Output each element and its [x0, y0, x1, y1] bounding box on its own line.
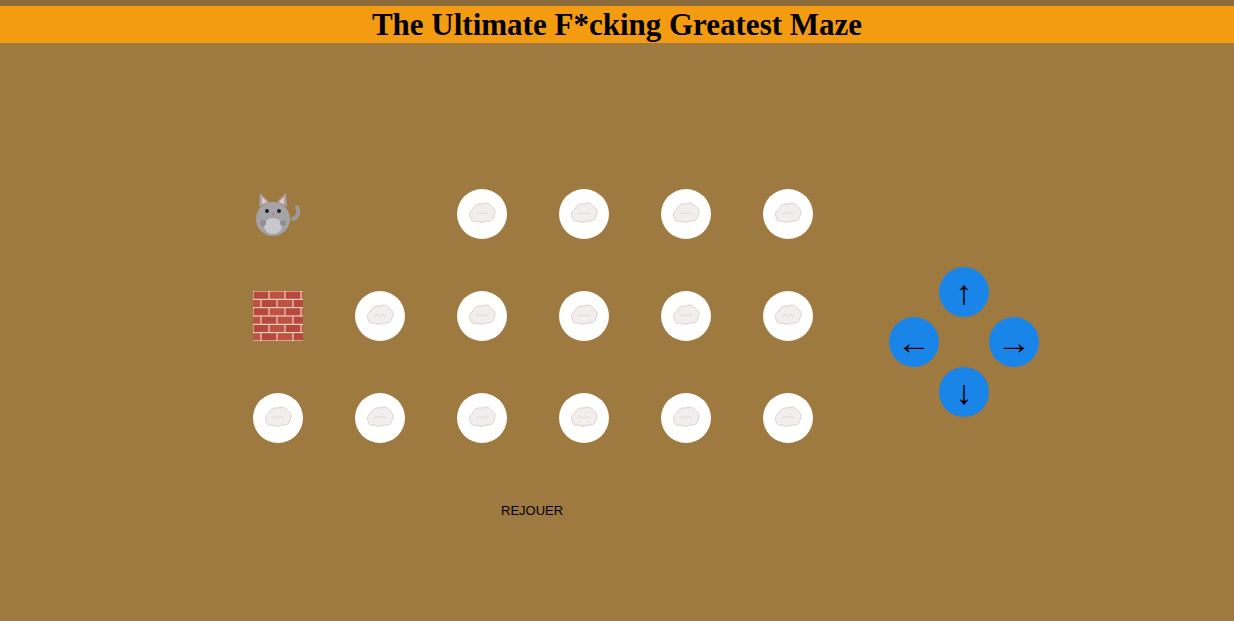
cotton-ball-icon: [457, 291, 507, 341]
maze-column: REJOUER: [253, 189, 813, 521]
cotton-ball-icon: [355, 291, 405, 341]
cotton-ball-icon: [763, 291, 813, 341]
maze-cell-wall: [253, 291, 303, 341]
cotton-ball-icon: [661, 393, 711, 443]
maze-cell-food: [763, 393, 813, 443]
brick-wall-icon: [253, 291, 303, 341]
cotton-ball-icon: [559, 189, 609, 239]
cotton-ball-icon: [559, 393, 609, 443]
replay-button[interactable]: REJOUER: [497, 501, 567, 521]
maze-cell-empty: [355, 189, 405, 239]
maze-row: [253, 189, 813, 239]
maze: [253, 189, 813, 443]
up-button[interactable]: ↑: [939, 267, 989, 317]
maze-cell-food: [559, 393, 609, 443]
maze-row: [253, 291, 813, 341]
maze-cell-food: [559, 291, 609, 341]
maze-cell-food: [763, 291, 813, 341]
cotton-ball-icon: [763, 393, 813, 443]
maze-cell-food: [355, 291, 405, 341]
down-button[interactable]: ↓: [939, 367, 989, 417]
maze-cell-food: [661, 189, 711, 239]
game-area: REJOUER ↑← →↓: [0, 43, 1234, 521]
cotton-ball-icon: [355, 393, 405, 443]
left-button[interactable]: ←: [889, 317, 939, 367]
header: The Ultimate F*cking Greatest Maze: [0, 6, 1234, 43]
maze-cell-food: [763, 189, 813, 239]
maze-cell-food: [661, 291, 711, 341]
page: The Ultimate F*cking Greatest MazeREJOUE…: [0, 0, 1234, 621]
maze-cell-food: [559, 189, 609, 239]
right-button[interactable]: →: [989, 317, 1039, 367]
cotton-ball-icon: [763, 189, 813, 239]
title: The Ultimate F*cking Greatest Maze: [372, 9, 862, 40]
cat-icon: [253, 189, 303, 239]
maze-cell-food: [253, 393, 303, 443]
cotton-ball-icon: [457, 189, 507, 239]
maze-cell-cat: [253, 189, 303, 239]
cotton-ball-icon: [457, 393, 507, 443]
cotton-ball-icon: [661, 189, 711, 239]
cotton-ball-icon: [559, 291, 609, 341]
maze-cell-food: [661, 393, 711, 443]
maze-cell-food: [457, 189, 507, 239]
arrow-controls: ↑← →↓: [889, 267, 1039, 417]
maze-cell-food: [457, 291, 507, 341]
cotton-ball-icon: [661, 291, 711, 341]
maze-cell-food: [457, 393, 507, 443]
maze-row: [253, 393, 813, 443]
cotton-ball-icon: [253, 393, 303, 443]
maze-cell-food: [355, 393, 405, 443]
